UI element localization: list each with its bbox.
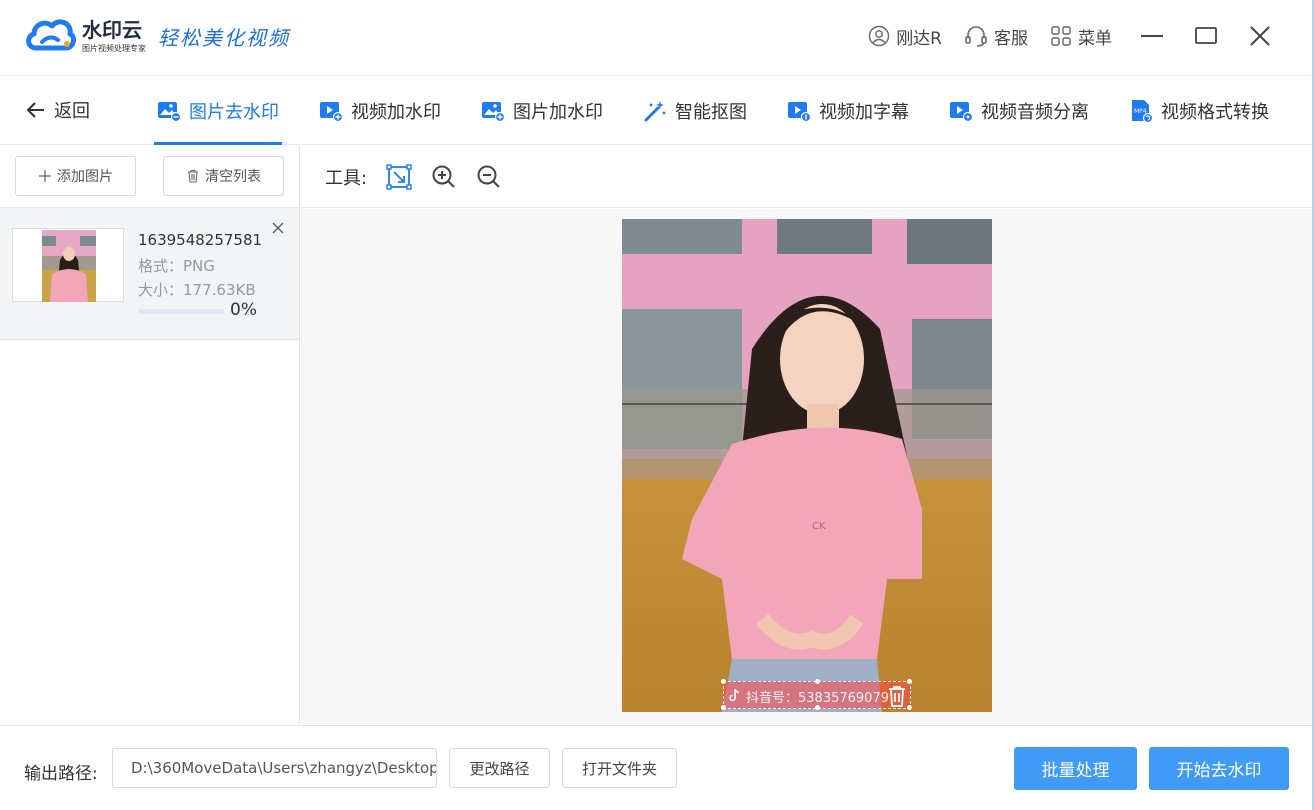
- minimize-icon: [1141, 35, 1163, 37]
- tab-image-remove-watermark[interactable]: 图片去水印: [154, 77, 282, 145]
- select-region-icon: [386, 163, 412, 190]
- watermark-text: 抖音号：53835769079: [746, 691, 889, 706]
- file-name: 1639548257581: [138, 231, 263, 249]
- batch-process-button[interactable]: 批量处理: [1014, 747, 1137, 790]
- file-list-panel: 添加图片 清空列表 1639548257581 格式：PNG 大小：177.63…: [0, 146, 300, 724]
- tab-label: 智能抠图: [675, 102, 747, 123]
- output-path-field[interactable]: D:\360MoveData\Users\zhangyz\Desktop: [112, 748, 437, 788]
- photo-illustration: CK: [622, 219, 992, 712]
- zoom-out-button[interactable]: [475, 163, 503, 191]
- magic-wand-icon: [644, 101, 666, 122]
- clear-list-button[interactable]: 清空列表: [163, 156, 284, 196]
- cloud-logo-icon: [26, 19, 76, 51]
- maximize-icon: [1195, 27, 1217, 44]
- user-account-button[interactable]: 刚达R: [868, 24, 942, 49]
- svg-text:MP4: MP4: [1134, 108, 1147, 115]
- resize-handle[interactable]: [907, 679, 912, 684]
- minimize-button[interactable]: [1138, 22, 1166, 50]
- menu-label: 菜单: [1078, 28, 1112, 49]
- close-icon: [1250, 26, 1270, 46]
- preview-canvas: CK 抖音号：53835769079: [301, 209, 1314, 724]
- add-image-label: 添加图片: [57, 169, 113, 185]
- resize-handle[interactable]: [721, 679, 726, 684]
- zoom-in-button[interactable]: [430, 163, 458, 191]
- svg-text:CK: CK: [812, 521, 826, 532]
- zoom-in-icon: [432, 165, 455, 188]
- thumbnail-image: [42, 230, 96, 302]
- resize-handle[interactable]: [721, 705, 726, 710]
- plus-icon: [39, 170, 51, 182]
- tab-audio-video-split[interactable]: 视频音频分离: [946, 77, 1092, 145]
- file-thumbnail: [12, 228, 124, 302]
- trash-icon: [188, 169, 198, 183]
- list-item[interactable]: 1639548257581 格式：PNG 大小：177.63KB 0%: [0, 208, 299, 340]
- back-label: 返回: [54, 101, 90, 122]
- add-image-button[interactable]: 添加图片: [15, 156, 136, 196]
- image-remove-icon: [158, 102, 181, 122]
- tab-label: 视频加水印: [351, 102, 441, 123]
- slogan: 轻松美化视频: [158, 25, 290, 50]
- menu-button[interactable]: 菜单: [1050, 24, 1112, 49]
- select-region-button[interactable]: [385, 163, 413, 191]
- file-format: 格式：PNG: [138, 257, 215, 275]
- resize-handle[interactable]: [815, 679, 820, 684]
- start-remove-watermark-button[interactable]: 开始去水印: [1149, 747, 1289, 790]
- preview-image[interactable]: CK 抖音号：53835769079: [622, 219, 992, 712]
- tool-bar: 工具:: [301, 146, 1314, 208]
- file-size: 大小：177.63KB: [138, 281, 256, 299]
- tab-video-subtitle[interactable]: 视频加字幕: [784, 77, 912, 145]
- tiktok-icon: [729, 688, 740, 702]
- resize-handle[interactable]: [907, 705, 912, 710]
- watermark-selection[interactable]: 抖音号：53835769079: [721, 679, 912, 710]
- arrow-left-icon: [26, 102, 44, 118]
- service-label: 客服: [994, 28, 1028, 49]
- video-add-icon: [320, 102, 343, 122]
- zoom-out-icon: [477, 165, 500, 188]
- headset-icon: [965, 26, 987, 47]
- feature-tabs: 图片去水印 视频加水印 图片加水印 智能抠图 视频加字幕 视频音频分离 MP4 …: [154, 77, 1306, 145]
- tools-label: 工具:: [325, 167, 368, 189]
- remove-file-icon[interactable]: [270, 220, 286, 236]
- app-subtitle: 图片视频处理专家: [82, 43, 146, 53]
- open-folder-button[interactable]: 打开文件夹: [562, 748, 677, 788]
- tab-label: 视频格式转换: [1161, 102, 1269, 123]
- tab-label: 图片加水印: [513, 102, 603, 123]
- progress-bar: [138, 309, 224, 314]
- tab-image-add-watermark[interactable]: 图片加水印: [478, 77, 606, 145]
- tab-video-add-watermark[interactable]: 视频加水印: [316, 77, 444, 145]
- output-path-label: 输出路径:: [24, 764, 98, 784]
- clear-list-label: 清空列表: [205, 169, 261, 185]
- title-bar: 水印云 图片视频处理专家 轻松美化视频 刚达R 客服 菜单: [0, 0, 1314, 76]
- tab-video-format-convert[interactable]: MP4 视频格式转换: [1126, 77, 1272, 145]
- change-path-button[interactable]: 更改路径: [449, 748, 550, 788]
- app-name: 水印云: [82, 17, 142, 42]
- back-button[interactable]: 返回: [26, 97, 90, 123]
- user-circle-icon: [868, 25, 890, 47]
- user-name: 刚达R: [896, 28, 942, 49]
- bottom-bar: 输出路径: D:\360MoveData\Users\zhangyz\Deskt…: [0, 725, 1314, 810]
- feature-nav-bar: 返回 图片去水印 视频加水印 图片加水印 智能抠图 视频加字幕 视频音频分离 M…: [0, 77, 1314, 145]
- trash-icon[interactable]: [887, 685, 907, 707]
- maximize-button[interactable]: [1192, 22, 1220, 50]
- grid-menu-icon: [1051, 26, 1071, 46]
- audio-split-icon: [950, 102, 973, 122]
- tab-label: 图片去水印: [189, 102, 279, 123]
- tab-label: 视频音频分离: [981, 102, 1089, 123]
- customer-service-button[interactable]: 客服: [964, 24, 1028, 49]
- video-subtitle-icon: [788, 102, 811, 122]
- app-logo: 水印云 图片视频处理专家 轻松美化视频: [24, 14, 290, 58]
- tab-label: 视频加字幕: [819, 102, 909, 123]
- mp4-convert-icon: MP4: [1132, 100, 1153, 123]
- tab-smart-cutout[interactable]: 智能抠图: [640, 77, 750, 145]
- resize-handle[interactable]: [815, 705, 820, 710]
- close-window-button[interactable]: [1246, 22, 1274, 50]
- progress-percent: 0%: [230, 300, 257, 320]
- image-add-icon: [482, 102, 505, 122]
